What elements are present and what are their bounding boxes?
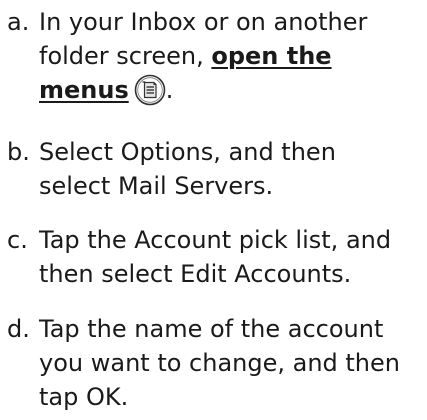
step-line: select Mail Servers. <box>39 172 274 200</box>
step-text: In your Inbox or on another folder scree… <box>39 5 427 107</box>
step-line: folder screen, open the <box>39 39 427 73</box>
step-line: In your Inbox or on another <box>39 8 368 36</box>
step-line: Tap the Account pick list, and <box>39 226 392 254</box>
menu-icon <box>134 74 166 106</box>
step-line: menus . <box>39 73 427 107</box>
step-text: Select Options, and then select Mail Ser… <box>39 135 427 203</box>
step-letter: b. <box>7 138 30 166</box>
step-line: Select Options, and then <box>39 138 336 166</box>
step-letter: a. <box>7 8 30 36</box>
step-punctuation: . <box>165 76 174 104</box>
open-menus-link-part1[interactable]: open the <box>211 42 331 70</box>
step-text: Tap the name of the account you want to … <box>39 312 427 414</box>
step-text: Tap the Account pick list, and then sele… <box>39 223 427 291</box>
step-line: then select Edit Accounts. <box>39 260 352 288</box>
open-menus-link-part2[interactable]: menus <box>39 76 129 104</box>
step-line: you want to change, and then <box>39 349 400 377</box>
step-line: Tap the name of the account <box>39 315 384 343</box>
step-line: tap OK. <box>39 383 129 411</box>
step-letter: c. <box>7 226 28 254</box>
step-letter: d. <box>7 315 30 343</box>
instruction-steps: a. In your Inbox or on another folder sc… <box>0 0 427 420</box>
step-line-text: folder screen, <box>39 42 204 70</box>
